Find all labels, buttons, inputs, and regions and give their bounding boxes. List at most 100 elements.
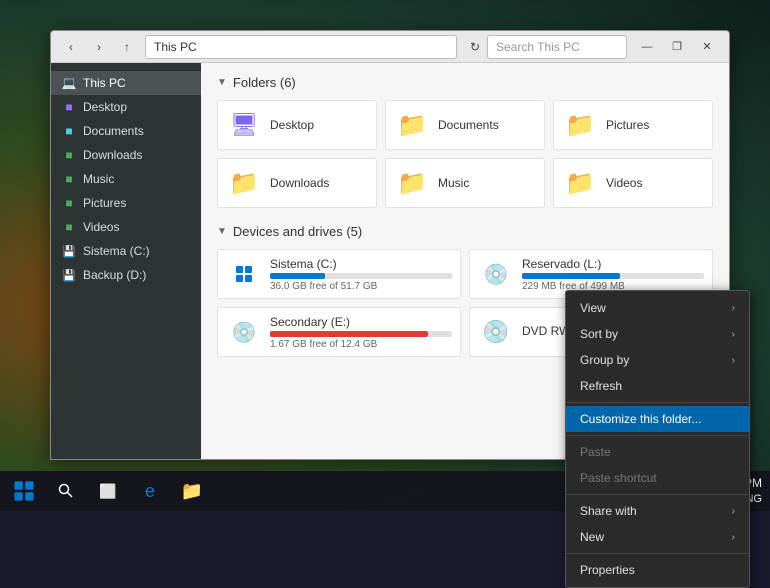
drive-reservado-bar-container bbox=[522, 273, 704, 279]
explorer-taskbar-button[interactable]: 📁 bbox=[172, 471, 212, 511]
drive-secondary[interactable]: 💿 Secondary (E:) 1.67 GB free of 12.4 GB bbox=[217, 307, 461, 357]
ctx-divider-1 bbox=[566, 402, 749, 403]
sidebar-label-pictures: Pictures bbox=[83, 196, 126, 210]
drive-secondary-icon: 💿 bbox=[226, 314, 262, 350]
folder-videos-icon: 📁 bbox=[562, 165, 598, 201]
up-button[interactable]: ↑ bbox=[115, 35, 139, 59]
drive-secondary-info: Secondary (E:) 1.67 GB free of 12.4 GB bbox=[270, 315, 452, 350]
ctx-sort-by-label: Sort by bbox=[580, 327, 618, 341]
folder-pictures[interactable]: 📁 Pictures bbox=[553, 100, 713, 150]
sidebar-item-music[interactable]: ■ Music bbox=[51, 167, 201, 191]
ctx-view-arrow: › bbox=[732, 303, 735, 314]
drive-secondary-size: 1.67 GB free of 12.4 GB bbox=[270, 339, 452, 350]
ctx-refresh[interactable]: Refresh bbox=[566, 373, 749, 399]
monitor-icon: 💻 bbox=[61, 75, 77, 91]
folders-section-header[interactable]: ▼ Folders (6) bbox=[217, 75, 713, 90]
folders-section-label: Folders (6) bbox=[233, 75, 296, 90]
ctx-new[interactable]: New › bbox=[566, 524, 749, 550]
ctx-paste-label: Paste bbox=[580, 445, 611, 459]
sistema-drive-icon: 💾 bbox=[61, 243, 77, 259]
drive-secondary-bar-container bbox=[270, 331, 452, 337]
ctx-properties[interactable]: Properties bbox=[566, 557, 749, 583]
drive-secondary-bar bbox=[270, 331, 428, 337]
sidebar-item-documents[interactable]: ■ Documents bbox=[51, 119, 201, 143]
ctx-share-with[interactable]: Share with › bbox=[566, 498, 749, 524]
refresh-nav-button[interactable]: ↻ bbox=[463, 35, 487, 59]
downloads-icon: ■ bbox=[61, 147, 77, 163]
close-button[interactable]: ✕ bbox=[693, 35, 721, 59]
folder-downloads-icon: 📁 bbox=[226, 165, 262, 201]
ctx-refresh-label: Refresh bbox=[580, 379, 622, 393]
ctx-view[interactable]: View › bbox=[566, 295, 749, 321]
folders-chevron-icon: ▼ bbox=[217, 77, 227, 88]
search-placeholder: Search This PC bbox=[496, 40, 580, 54]
drive-reservado-name: Reservado (L:) bbox=[522, 257, 704, 271]
folder-videos-label: Videos bbox=[606, 176, 642, 190]
documents-icon: ■ bbox=[61, 123, 77, 139]
ctx-divider-3 bbox=[566, 494, 749, 495]
sidebar-label-this-pc: This PC bbox=[83, 76, 126, 90]
drive-sistema-name: Sistema (C:) bbox=[270, 257, 452, 271]
drive-sistema-info: Sistema (C:) 36.0 GB free of 51.7 GB bbox=[270, 257, 452, 292]
ctx-group-by-label: Group by bbox=[580, 353, 629, 367]
ctx-divider-4 bbox=[566, 553, 749, 554]
folder-desktop-label: Desktop bbox=[270, 118, 314, 132]
drive-sistema-size: 36.0 GB free of 51.7 GB bbox=[270, 281, 452, 292]
ctx-sort-by-arrow: › bbox=[732, 329, 735, 340]
ctx-customize[interactable]: Customize this folder... bbox=[566, 406, 749, 432]
desktop-icon: ■ bbox=[61, 99, 77, 115]
ctx-sort-by[interactable]: Sort by › bbox=[566, 321, 749, 347]
folder-desktop[interactable]: 🖥 Desktop bbox=[217, 100, 377, 150]
minimize-button[interactable]: — bbox=[633, 35, 661, 59]
ctx-group-by[interactable]: Group by › bbox=[566, 347, 749, 373]
drive-reservado-info: Reservado (L:) 229 MB free of 499 MB bbox=[522, 257, 704, 292]
ctx-paste-shortcut[interactable]: Paste shortcut bbox=[566, 465, 749, 491]
back-button[interactable]: ‹ bbox=[59, 35, 83, 59]
sidebar-item-pictures[interactable]: ■ Pictures bbox=[51, 191, 201, 215]
edge-taskbar-button[interactable]: e bbox=[130, 471, 170, 511]
drive-secondary-name: Secondary (E:) bbox=[270, 315, 452, 329]
sidebar-label-documents: Documents bbox=[83, 124, 144, 138]
folder-downloads-label: Downloads bbox=[270, 176, 329, 190]
folder-music-icon: 📁 bbox=[394, 165, 430, 201]
folder-documents[interactable]: 📁 Documents bbox=[385, 100, 545, 150]
ctx-share-with-label: Share with bbox=[580, 504, 637, 518]
ctx-customize-label: Customize this folder... bbox=[580, 412, 701, 426]
task-view-button[interactable]: ⬜ bbox=[88, 471, 128, 511]
folder-music[interactable]: 📁 Music bbox=[385, 158, 545, 208]
sidebar-label-sistema: Sistema (C:) bbox=[83, 244, 150, 258]
search-taskbar-button[interactable] bbox=[46, 471, 86, 511]
drives-section-label: Devices and drives (5) bbox=[233, 224, 362, 239]
sidebar-label-backup: Backup (D:) bbox=[83, 268, 146, 282]
ctx-paste[interactable]: Paste bbox=[566, 439, 749, 465]
sidebar-item-desktop[interactable]: ■ Desktop bbox=[51, 95, 201, 119]
drive-sistema-icon bbox=[226, 256, 262, 292]
drives-section-header[interactable]: ▼ Devices and drives (5) bbox=[217, 224, 713, 239]
folder-documents-icon: 📁 bbox=[394, 107, 430, 143]
sidebar-item-this-pc[interactable]: 💻 This PC bbox=[51, 71, 201, 95]
drive-dvd-icon: 💿 bbox=[478, 314, 514, 350]
drive-sistema[interactable]: Sistema (C:) 36.0 GB free of 51.7 GB bbox=[217, 249, 461, 299]
search-bar[interactable]: Search This PC bbox=[487, 35, 627, 59]
restore-button[interactable]: ❐ bbox=[663, 35, 691, 59]
drive-sistema-bar-container bbox=[270, 273, 452, 279]
folder-downloads[interactable]: 📁 Downloads bbox=[217, 158, 377, 208]
sidebar-item-backup[interactable]: 💾 Backup (D:) bbox=[51, 263, 201, 287]
folder-videos[interactable]: 📁 Videos bbox=[553, 158, 713, 208]
sidebar-item-sistema[interactable]: 💾 Sistema (C:) bbox=[51, 239, 201, 263]
sidebar-label-downloads: Downloads bbox=[83, 148, 142, 162]
sidebar-item-videos[interactable]: ■ Videos bbox=[51, 215, 201, 239]
breadcrumb[interactable]: This PC bbox=[145, 35, 457, 59]
sidebar: 💻 This PC ■ Desktop ■ Documents ■ Downlo… bbox=[51, 63, 201, 459]
forward-button[interactable]: › bbox=[87, 35, 111, 59]
window-controls: — ❐ ✕ bbox=[633, 35, 721, 59]
folders-grid: 🖥 Desktop 📁 Documents 📁 Pictures 📁 Downl… bbox=[217, 100, 713, 208]
folder-pictures-icon: 📁 bbox=[562, 107, 598, 143]
ctx-divider-2 bbox=[566, 435, 749, 436]
backup-drive-icon: 💾 bbox=[61, 267, 77, 283]
folder-pictures-label: Pictures bbox=[606, 118, 649, 132]
music-icon: ■ bbox=[61, 171, 77, 187]
sidebar-label-music: Music bbox=[83, 172, 114, 186]
sidebar-item-downloads[interactable]: ■ Downloads bbox=[51, 143, 201, 167]
start-button[interactable] bbox=[4, 471, 44, 511]
